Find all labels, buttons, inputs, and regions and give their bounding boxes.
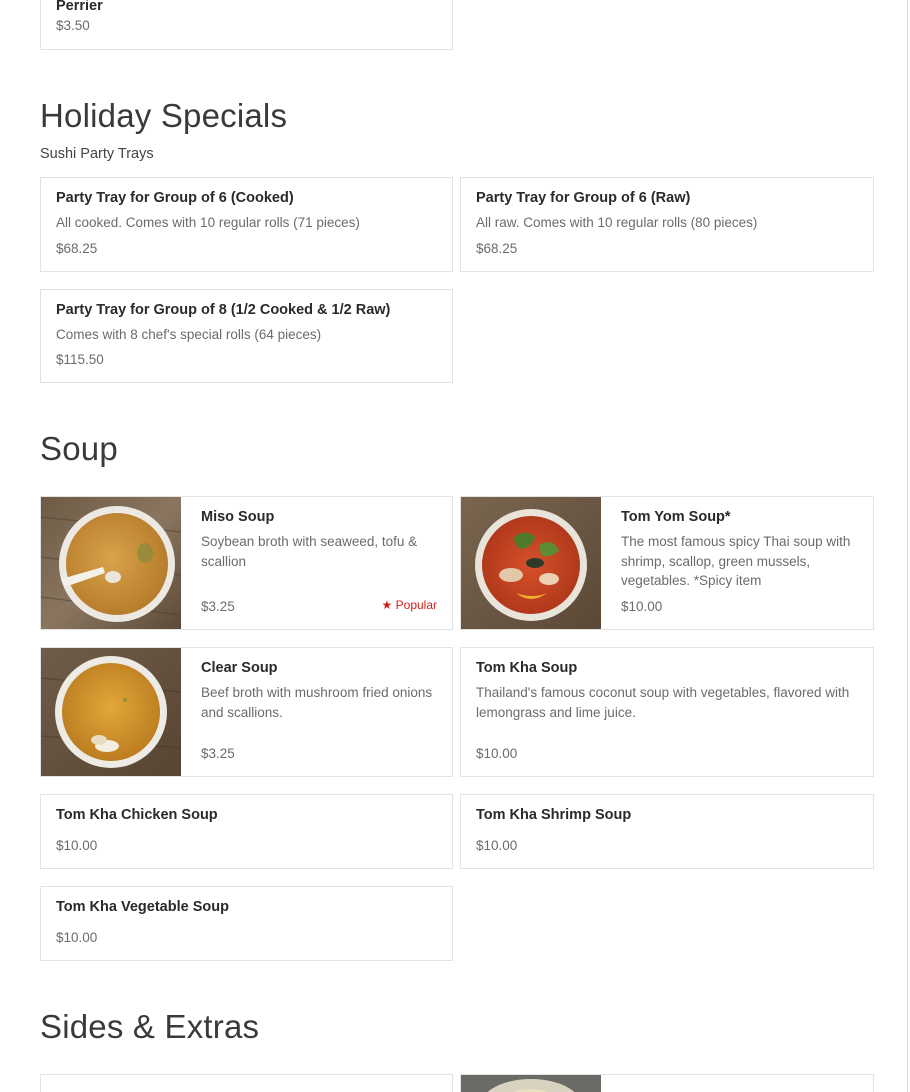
item-description: All cooked. Comes with 10 regular rolls … xyxy=(56,215,360,230)
tom-yom-soup-photo xyxy=(461,497,601,629)
menu-item-card[interactable]: Tom Kha Chicken Soup $10.00 xyxy=(40,794,453,869)
menu-page: Perrier $3.50 Holiday Specials Sushi Par… xyxy=(0,0,908,1092)
item-name: Tom Kha Shrimp Soup xyxy=(476,807,632,823)
item-price: $10.00 xyxy=(476,838,518,853)
menu-item-card[interactable]: Tom Kha Shrimp Soup $10.00 xyxy=(460,794,874,869)
menu-item-card[interactable]: Tom Yom Soup* The most famous spicy Thai… xyxy=(460,496,874,630)
item-price: $3.50 xyxy=(56,18,90,33)
menu-item-card[interactable]: Perrier $3.50 xyxy=(40,0,453,50)
item-price: $10.00 xyxy=(621,599,663,614)
item-description: Soybean broth with seaweed, tofu & scall… xyxy=(201,534,418,569)
item-price: $10.00 xyxy=(476,746,518,761)
item-name: Party Tray for Group of 8 (1/2 Cooked & … xyxy=(56,302,391,318)
item-name: Party Tray for Group of 6 (Cooked) xyxy=(56,190,294,206)
item-description: Beef broth with mushroom fried onions an… xyxy=(201,685,433,720)
menu-item-card[interactable]: Tom Kha Vegetable Soup $10.00 xyxy=(40,886,453,961)
menu-item-card[interactable]: Party Tray for Group of 8 (1/2 Cooked & … xyxy=(40,289,453,383)
side-item-photo xyxy=(461,1075,601,1092)
item-description: The most famous spicy Thai soup with shr… xyxy=(621,534,851,588)
item-name: Miso Soup xyxy=(201,509,275,525)
menu-item-card[interactable]: Tom Kha Soup Thailand's famous coconut s… xyxy=(460,647,874,777)
menu-item-card[interactable] xyxy=(460,1074,874,1092)
item-price: $68.25 xyxy=(56,241,98,256)
section-title-holiday: Holiday Specials xyxy=(40,97,288,134)
menu-item-card[interactable]: Party Tray for Group of 6 (Cooked) All c… xyxy=(40,177,453,272)
item-description: Comes with 8 chef's special rolls (64 pi… xyxy=(56,327,322,342)
section-subtitle: Sushi Party Trays xyxy=(40,146,154,162)
item-name: Perrier xyxy=(56,0,103,14)
item-description: Thailand's famous coconut soup with vege… xyxy=(476,685,850,720)
clear-soup-photo xyxy=(41,648,181,776)
miso-soup-photo xyxy=(41,497,181,629)
item-price: $3.25 xyxy=(201,599,235,614)
item-price: $10.00 xyxy=(56,838,98,853)
item-name: Party Tray for Group of 6 (Raw) xyxy=(476,190,691,206)
menu-item-card[interactable] xyxy=(40,1074,453,1092)
item-description: All raw. Comes with 10 regular rolls (80… xyxy=(476,215,758,230)
item-name: Tom Yom Soup* xyxy=(621,509,731,525)
item-price: $10.00 xyxy=(56,930,98,945)
menu-item-card[interactable]: Clear Soup Beef broth with mushroom frie… xyxy=(40,647,453,777)
section-title-sides: Sides & Extras xyxy=(40,1008,260,1045)
popular-badge: ★ Popular xyxy=(381,598,437,612)
item-name: Tom Kha Soup xyxy=(476,660,578,676)
item-price: $68.25 xyxy=(476,241,518,256)
item-name: Tom Kha Chicken Soup xyxy=(56,807,218,823)
menu-item-card[interactable]: Party Tray for Group of 6 (Raw) All raw.… xyxy=(460,177,874,272)
item-price: $3.25 xyxy=(201,746,235,761)
section-title-soup: Soup xyxy=(40,430,118,467)
item-name: Clear Soup xyxy=(201,660,278,676)
menu-item-card[interactable]: Miso Soup Soybean broth with seaweed, to… xyxy=(40,496,453,630)
item-name: Tom Kha Vegetable Soup xyxy=(56,899,229,915)
item-price: $115.50 xyxy=(56,352,104,367)
